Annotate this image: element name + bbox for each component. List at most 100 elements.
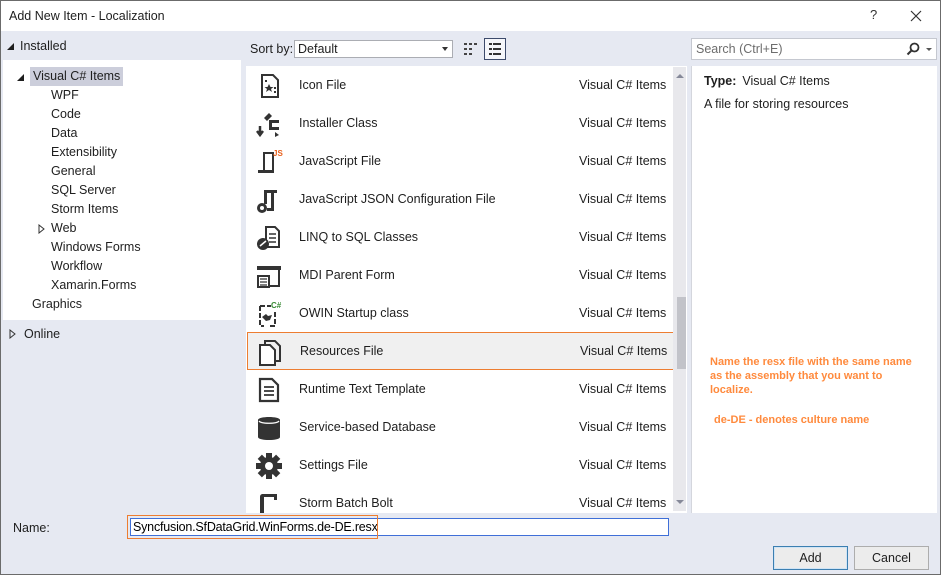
list-item-selected[interactable]: Resources File Visual C# Items [247, 332, 675, 370]
name-input[interactable] [133, 520, 663, 534]
list-scrollbar[interactable] [673, 67, 686, 511]
add-button[interactable]: Add [773, 546, 848, 570]
text-template-icon [258, 377, 280, 403]
list-item[interactable]: Icon File Visual C# Items [246, 66, 676, 104]
tree-item-graphics[interactable]: Graphics [32, 295, 82, 314]
list-item[interactable]: Settings File Visual C# Items [246, 446, 676, 484]
list-item[interactable]: Runtime Text Template Visual C# Items [246, 370, 676, 408]
javascript-file-icon: JS [258, 149, 283, 173]
tree-item-xamarin-forms[interactable]: Xamarin.Forms [51, 276, 136, 295]
tree-item-data[interactable]: Data [51, 124, 77, 143]
list-item[interactable]: Installer Class Visual C# Items [246, 104, 676, 142]
database-icon [258, 417, 280, 440]
list-view-button[interactable] [484, 38, 506, 60]
close-button[interactable] [903, 5, 929, 27]
svg-text:C#: C# [271, 301, 282, 310]
item-category: Visual C# Items [580, 344, 668, 358]
close-icon [910, 10, 922, 22]
expanded-arrow-icon [7, 42, 14, 50]
annotation-note: Name the resx file with the same name as… [710, 356, 912, 396]
item-category: Visual C# Items [579, 306, 667, 320]
item-name: Settings File [299, 458, 368, 472]
tree-item-storm-items[interactable]: Storm Items [51, 200, 118, 219]
item-category: Visual C# Items [579, 192, 667, 206]
item-name: Icon File [299, 78, 347, 92]
installed-node[interactable]: Installed [7, 39, 67, 53]
item-name: MDI Parent Form [299, 268, 395, 282]
name-field[interactable] [130, 518, 669, 536]
item-name: LINQ to SQL Classes [299, 230, 419, 244]
list-item[interactable]: MDI Parent Form Visual C# Items [246, 256, 676, 294]
search-options-chevron-icon[interactable] [926, 48, 932, 51]
tree-item-windows-forms[interactable]: Windows Forms [51, 238, 141, 257]
linq-icon [257, 226, 280, 250]
item-category: Visual C# Items [579, 230, 667, 244]
scroll-thumb[interactable] [677, 297, 686, 369]
item-name: JavaScript File [299, 154, 381, 168]
list-item[interactable]: JS JavaScript File Visual C# Items [246, 142, 676, 180]
window-title: Add New Item - Localization [9, 9, 165, 23]
item-category: Visual C# Items [579, 154, 667, 168]
collapsed-arrow-icon[interactable] [38, 224, 45, 234]
small-icons-view-icon[interactable] [462, 40, 480, 58]
list-item[interactable]: C# OWIN Startup class Visual C# Items [246, 294, 676, 332]
list-item[interactable]: Service-based Database Visual C# Items [246, 408, 676, 446]
item-category: Visual C# Items [579, 458, 667, 472]
svg-text:JS: JS [273, 149, 283, 158]
tree-item-visual-csharp-items[interactable]: Visual C# Items [30, 67, 124, 86]
item-name: Installer Class [299, 116, 378, 130]
item-name: Runtime Text Template [299, 382, 426, 396]
installer-icon [256, 113, 279, 138]
search-icon[interactable] [906, 42, 920, 56]
tree-item-extensibility[interactable]: Extensibility [51, 143, 117, 162]
item-category: Visual C# Items [579, 116, 667, 130]
json-config-icon [257, 190, 277, 213]
online-node[interactable]: Online [9, 327, 60, 341]
list-item[interactable]: JavaScript JSON Configuration File Visua… [246, 180, 676, 218]
add-new-item-dialog: Add New Item - Localization ? Installed … [0, 0, 941, 575]
item-category: Visual C# Items [579, 420, 667, 434]
expanded-arrow-icon [17, 74, 24, 81]
tree-item-sql-server[interactable]: SQL Server [51, 181, 116, 200]
template-tree: Visual C# Items WPF Code Data Extensibil… [3, 60, 241, 320]
type-value: Visual C# Items [742, 74, 830, 88]
item-category: Visual C# Items [579, 496, 667, 510]
search-input[interactable] [696, 42, 896, 56]
tree-item-web[interactable]: Web [51, 219, 76, 238]
storm-bolt-icon [260, 494, 277, 513]
collapsed-arrow-icon [9, 329, 16, 339]
sort-by-dropdown[interactable]: Default [294, 40, 453, 58]
scroll-down-arrow-icon[interactable] [676, 500, 684, 504]
item-description: A file for storing resources [704, 97, 849, 111]
resources-file-icon [259, 340, 281, 366]
tree-item-general[interactable]: General [51, 162, 95, 181]
item-name: JavaScript JSON Configuration File [299, 192, 496, 206]
tree-item-wpf[interactable]: WPF [51, 86, 79, 105]
item-category: Visual C# Items [579, 268, 667, 282]
help-button[interactable]: ? [870, 7, 877, 22]
sort-by-label: Sort by: [250, 42, 294, 56]
online-label: Online [24, 327, 61, 341]
search-box[interactable] [691, 38, 937, 60]
item-name: Storm Batch Bolt [299, 496, 393, 510]
sort-by-value: Default [298, 42, 338, 56]
item-category: Visual C# Items [579, 78, 667, 92]
tree-item-workflow[interactable]: Workflow [51, 257, 102, 276]
annotation-culture-note: de-DE - denotes culture name [714, 414, 870, 426]
list-item[interactable]: Storm Batch Bolt Visual C# Items [246, 484, 676, 513]
item-category: Visual C# Items [579, 382, 667, 396]
mdi-form-icon [257, 266, 281, 288]
template-list: Icon File Visual C# Items Installer Clas… [246, 66, 687, 513]
name-label: Name: [13, 521, 50, 535]
title-bar: Add New Item - Localization ? [1, 1, 940, 31]
owin-icon: C# [259, 301, 282, 327]
list-item[interactable]: LINQ to SQL Classes Visual C# Items [246, 218, 676, 256]
cancel-button[interactable]: Cancel [854, 546, 929, 570]
type-label: Type: [704, 74, 737, 88]
scroll-up-arrow-icon[interactable] [676, 74, 684, 78]
details-pane: Type: Visual C# Items A file for storing … [691, 66, 937, 513]
icon-file-icon [261, 74, 279, 98]
chevron-down-icon [442, 47, 448, 51]
list-view-icon [489, 43, 501, 55]
tree-item-code[interactable]: Code [51, 105, 81, 124]
